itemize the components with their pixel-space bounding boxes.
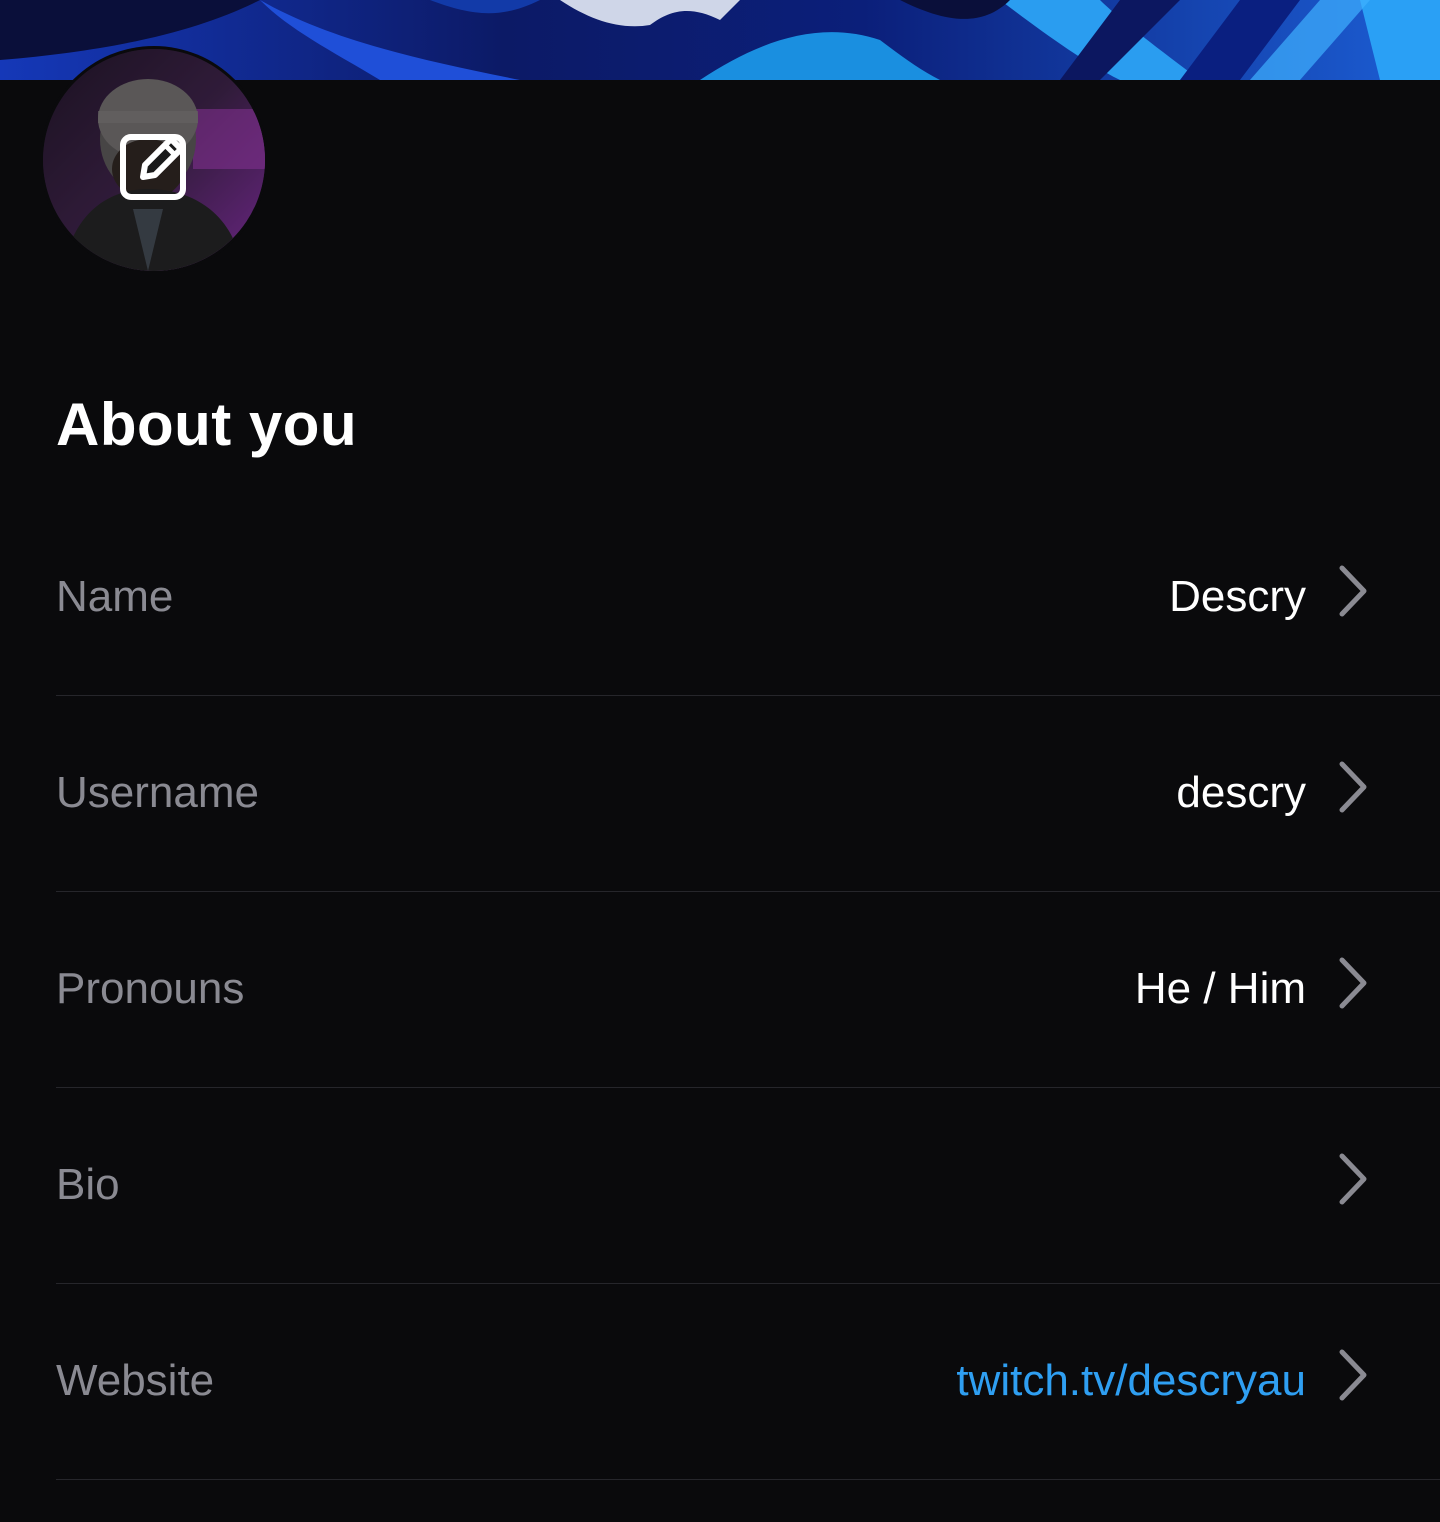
username-value: descry: [1176, 768, 1306, 817]
section-title: About you: [56, 391, 358, 458]
avatar-frame: [40, 46, 268, 274]
pronouns-label: Pronouns: [56, 964, 245, 1013]
bio-row[interactable]: Bio: [56, 1088, 1440, 1284]
website-row[interactable]: Website twitch.tv/descryau: [56, 1284, 1440, 1480]
chevron-right-icon: [1339, 1153, 1367, 1205]
chevron-right-icon: [1339, 761, 1367, 813]
name-row[interactable]: Name Descry: [56, 500, 1440, 696]
pronouns-value: He / Him: [1134, 964, 1306, 1013]
name-label: Name: [56, 572, 174, 621]
website-label: Website: [56, 1356, 215, 1405]
edit-pencil-icon[interactable]: [119, 129, 191, 201]
name-value: Descry: [1169, 572, 1306, 621]
about-fields-list: Name Descry Username descry Pronouns He …: [56, 500, 1440, 1480]
avatar[interactable]: [43, 49, 265, 271]
username-label: Username: [56, 768, 259, 817]
website-link[interactable]: twitch.tv/descryau: [956, 1354, 1306, 1408]
bio-label: Bio: [56, 1160, 120, 1209]
username-row[interactable]: Username descry: [56, 696, 1440, 892]
chevron-right-icon: [1339, 565, 1367, 617]
chevron-right-icon: [1339, 957, 1367, 1009]
pronouns-row[interactable]: Pronouns He / Him: [56, 892, 1440, 1088]
chevron-right-icon: [1339, 1349, 1367, 1401]
